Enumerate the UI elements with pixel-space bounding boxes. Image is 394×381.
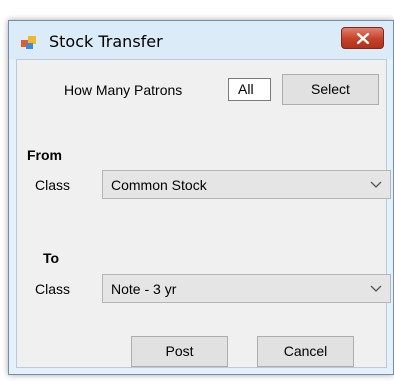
chevron-down-icon: [370, 285, 382, 292]
window-title: Stock Transfer: [49, 32, 163, 51]
patrons-count-field[interactable]: All: [228, 78, 271, 101]
to-heading: To: [43, 250, 60, 266]
to-class-value: Note - 3 yr: [111, 281, 177, 297]
stock-app-icon: [21, 34, 37, 50]
from-heading: From: [27, 147, 62, 163]
dialog-body: How Many Patrons All Select From Class C…: [16, 59, 391, 368]
to-class-dropdown[interactable]: Note - 3 yr: [102, 274, 391, 303]
close-icon: [357, 33, 369, 44]
cancel-button[interactable]: Cancel: [257, 336, 354, 367]
from-class-value: Common Stock: [111, 177, 207, 193]
from-class-label: Class: [35, 177, 71, 193]
patrons-label: How Many Patrons: [64, 82, 183, 98]
stock-transfer-window: Stock Transfer How Many Patrons All Sele…: [8, 20, 394, 375]
from-class-dropdown[interactable]: Common Stock: [102, 170, 391, 199]
post-button[interactable]: Post: [131, 336, 228, 367]
title-bar[interactable]: Stock Transfer: [9, 21, 393, 59]
close-button[interactable]: [341, 27, 384, 49]
chevron-down-icon: [370, 181, 382, 188]
to-class-label: Class: [35, 281, 71, 297]
select-button[interactable]: Select: [282, 74, 379, 105]
